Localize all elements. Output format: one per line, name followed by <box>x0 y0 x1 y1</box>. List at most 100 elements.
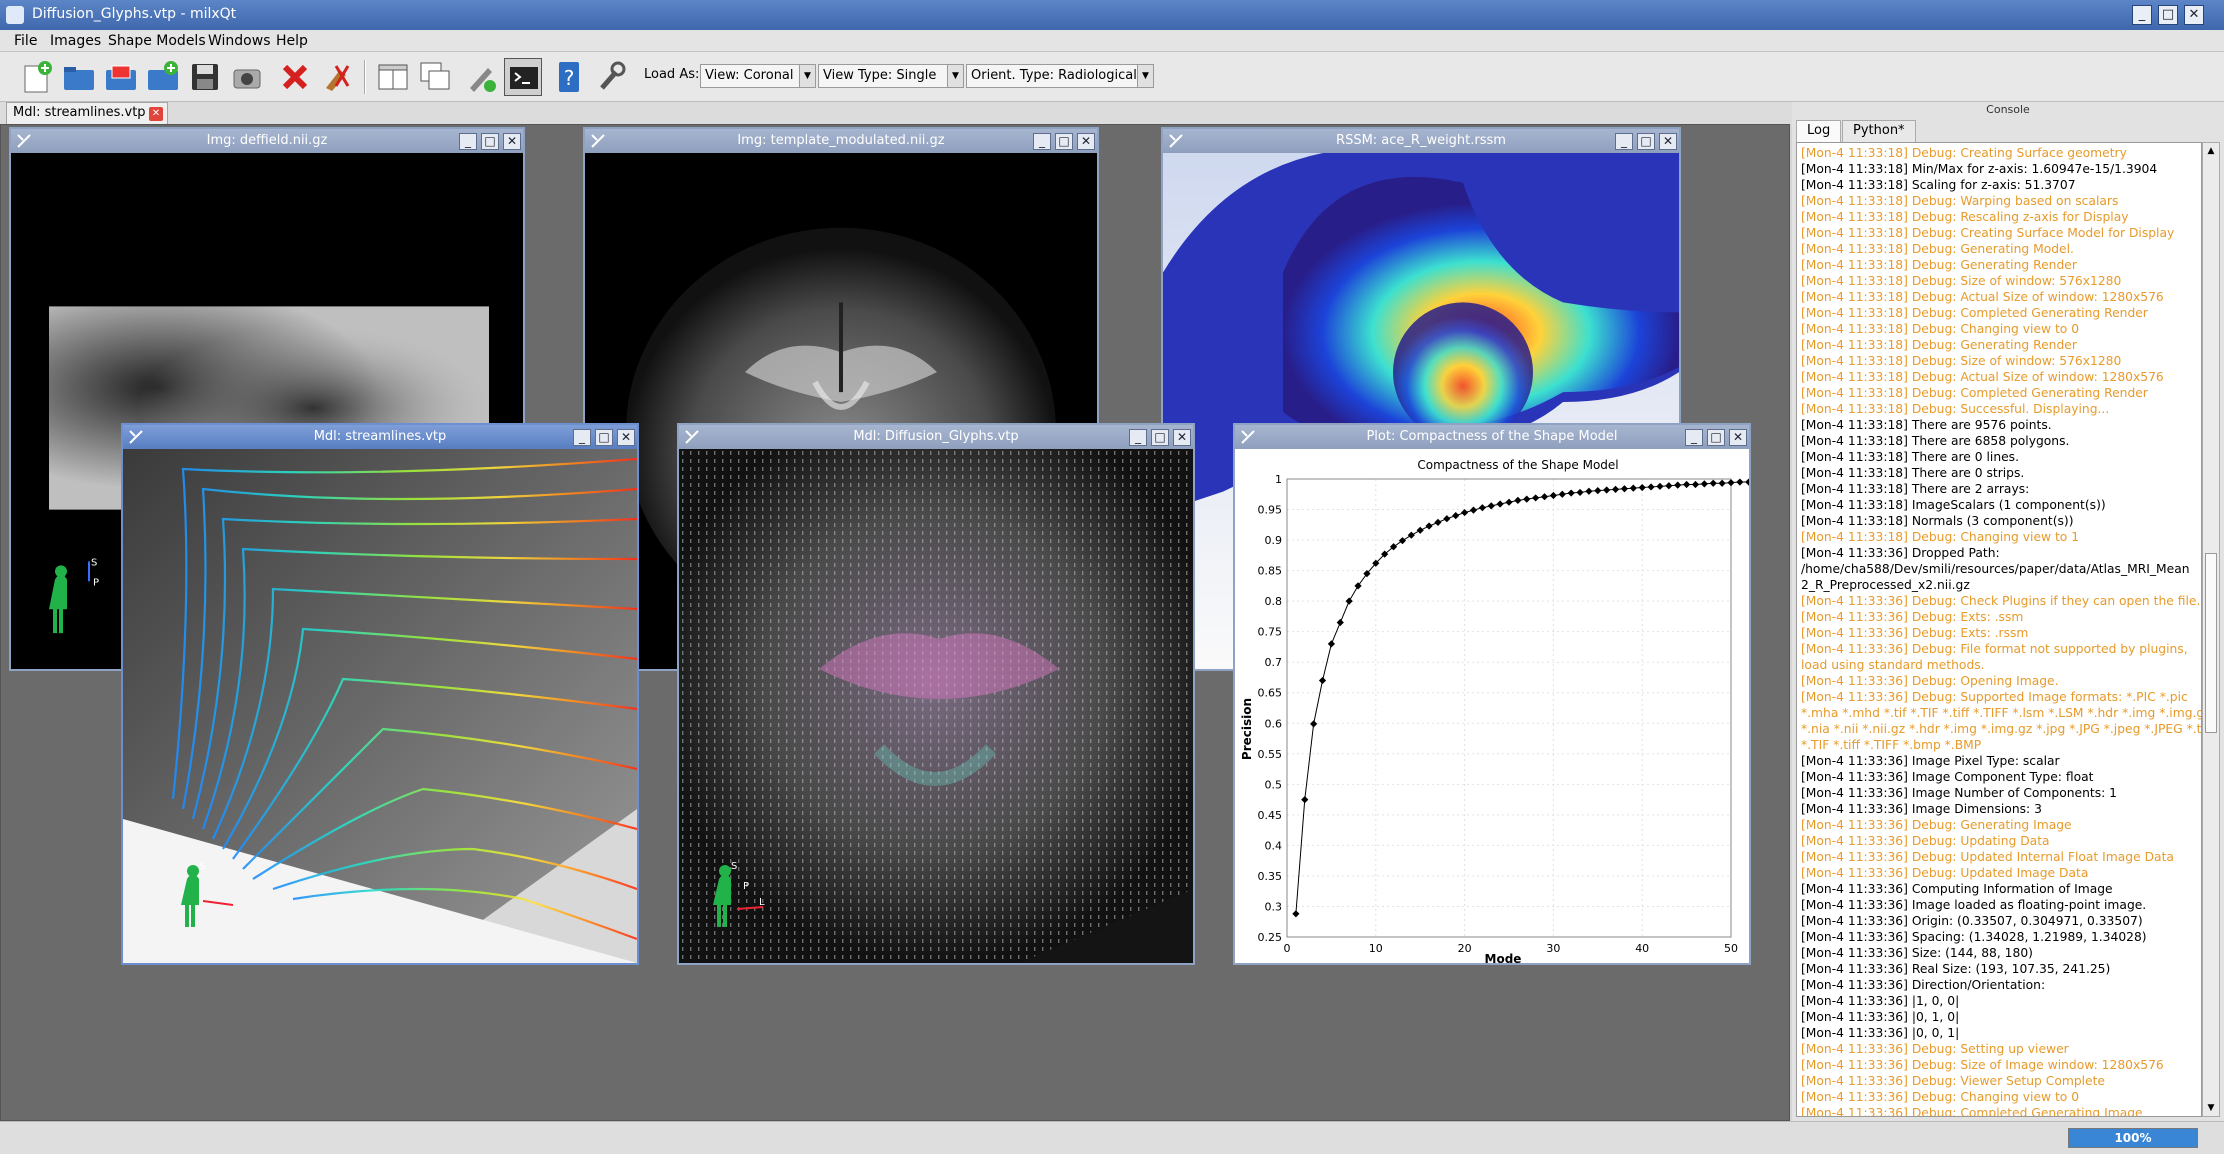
data-point <box>1549 491 1557 500</box>
log-line: [Mon-4 11:33:18] There are 0 strips. <box>1801 466 2025 480</box>
subwindow-close-button[interactable]: ✕ <box>1077 133 1095 150</box>
y-tick-label: 0.9 <box>1265 534 1283 547</box>
data-point <box>1567 489 1575 497</box>
subwindow-minimize-button[interactable]: _ <box>1129 429 1147 446</box>
data-point <box>1674 481 1682 489</box>
subwindow-maximize-button[interactable]: □ <box>595 429 613 446</box>
subwindow-minimize-button[interactable]: _ <box>573 429 591 446</box>
log-line: [Mon-4 11:33:18] Debug: Actual Size of w… <box>1801 290 2164 304</box>
orient-type-combo[interactable]: Orient. Type: Radiological ▼ <box>966 64 1154 88</box>
series-line <box>1295 481 1749 914</box>
subwindow-glyphs[interactable]: Mdl: Diffusion_Glyphs.vtp _ □ ✕ S P L <box>677 423 1195 965</box>
log-line: [Mon-4 11:33:36] Direction/Orientation: <box>1801 978 2046 992</box>
subwindow-title-bar[interactable]: Img: deffield.nii.gz _ □ ✕ <box>11 129 523 153</box>
log-line: *.TIF *.tiff *.TIFF *.bmp *.BMP <box>1801 738 1982 752</box>
subwindow-maximize-button[interactable]: □ <box>1055 133 1073 150</box>
maximize-button[interactable]: □ <box>2158 5 2178 25</box>
log-line: [Mon-4 11:33:18] Debug: Completed Genera… <box>1801 306 2148 320</box>
subwindow-maximize-button[interactable]: □ <box>1151 429 1169 446</box>
data-point <box>1292 910 1300 918</box>
log-line: [Mon-4 11:33:18] Debug: Changing view to… <box>1801 322 2080 336</box>
screenshot-icon[interactable] <box>228 58 266 96</box>
help-icon[interactable]: ? <box>550 58 588 96</box>
log-line: [Mon-4 11:33:36] Spacing: (1.34028, 1.21… <box>1801 930 2147 944</box>
subwindow-close-button[interactable]: ✕ <box>1729 429 1747 446</box>
subwindow-close-button[interactable]: ✕ <box>617 429 635 446</box>
data-point <box>1638 483 1646 492</box>
menu-shape-models[interactable]: Shape Models <box>108 33 206 49</box>
log-line: [Mon-4 11:33:36] Debug: Generating Image <box>1801 818 2072 832</box>
log-line: [Mon-4 11:33:18] Debug: Successful. Disp… <box>1801 402 2110 416</box>
window-title: Diffusion_Glyphs.vtp - milxQt <box>32 6 237 22</box>
add-model-icon[interactable] <box>144 58 182 96</box>
subwindow-minimize-button[interactable]: _ <box>1685 429 1703 446</box>
console-icon[interactable] <box>504 58 542 96</box>
tile-windows-icon[interactable] <box>374 58 412 96</box>
data-point <box>1700 480 1708 488</box>
subwindow-minimize-button[interactable]: _ <box>1033 133 1051 150</box>
load-as-label: Load As: <box>644 67 700 82</box>
menu-help[interactable]: Help <box>276 33 308 49</box>
y-tick-label: 0.7 <box>1265 656 1283 669</box>
subwindow-title-bar[interactable]: Plot: Compactness of the Shape Model _ □… <box>1235 425 1749 449</box>
save-icon[interactable] <box>186 58 224 96</box>
data-point <box>1691 480 1700 489</box>
subwindow-close-button[interactable]: ✕ <box>503 133 521 150</box>
x-tick-label: 30 <box>1546 942 1560 955</box>
log-line: *.mha *.mhd *.tif *.TIF *.tiff *.TIFF *.… <box>1801 706 2202 720</box>
subwindow-close-button[interactable]: ✕ <box>1173 429 1191 446</box>
plot-viewport[interactable]: Compactness of the Shape Model Mode Prec… <box>1235 449 1749 963</box>
menu-file[interactable]: File <box>14 33 37 49</box>
menu-images[interactable]: Images <box>50 33 101 49</box>
subwindow-title-bar[interactable]: RSSM: ace_R_weight.rssm _ □ ✕ <box>1163 129 1679 153</box>
subwindow-minimize-button[interactable]: _ <box>1615 133 1633 150</box>
subwindow-title: Img: deffield.nii.gz <box>206 133 328 148</box>
open-image-icon[interactable] <box>102 58 140 96</box>
subwindow-maximize-button[interactable]: □ <box>1637 133 1655 150</box>
tab-python[interactable]: Python* <box>1842 120 1916 142</box>
preferences-wrench-icon[interactable] <box>592 58 630 96</box>
menu-windows[interactable]: Windows <box>208 33 271 49</box>
streamlines-viewport[interactable]: S <box>123 449 637 963</box>
log-line: [Mon-4 11:33:18] Debug: Creating Surface… <box>1801 226 2175 240</box>
subwindow-close-button[interactable]: ✕ <box>1659 133 1677 150</box>
plugin-pen-icon[interactable] <box>462 58 500 96</box>
subwindow-maximize-button[interactable]: □ <box>481 133 499 150</box>
log-output[interactable]: [Mon-4 11:33:18] Debug: Creating Surface… <box>1796 142 2202 1117</box>
subwindow-title-bar[interactable]: Img: template_modulated.nii.gz _ □ ✕ <box>585 129 1097 153</box>
clear-icon[interactable] <box>318 58 356 96</box>
tab-streamlines[interactable]: Mdl: streamlines.vtp ✕ <box>6 102 168 124</box>
subwindow-minimize-button[interactable]: _ <box>459 133 477 150</box>
progress-bar: 100% <box>2068 1128 2198 1148</box>
new-file-icon[interactable] <box>18 58 56 96</box>
subwindow-plot[interactable]: Plot: Compactness of the Shape Model _ □… <box>1233 423 1751 965</box>
close-button[interactable]: ✕ <box>2184 5 2204 25</box>
subwindow-title-bar[interactable]: Mdl: Diffusion_Glyphs.vtp _ □ ✕ <box>679 425 1193 449</box>
open-folder-icon[interactable] <box>60 58 98 96</box>
menu-bar: File Images Shape Models Windows Help <box>0 30 2224 52</box>
log-scrollbar[interactable]: ▲ ▼ <box>2202 142 2220 1117</box>
log-line: [Mon-4 11:33:36] Debug: File format not … <box>1801 642 2188 656</box>
scroll-down-icon[interactable]: ▼ <box>2204 1101 2218 1115</box>
view-type-combo[interactable]: View Type: Single ▼ <box>818 64 964 88</box>
tab-close-icon[interactable]: ✕ <box>149 107 163 121</box>
x-tick-label: 50 <box>1724 942 1738 955</box>
data-point <box>1425 522 1433 530</box>
scrollbar-thumb[interactable] <box>2205 553 2217 733</box>
log-line: load using standard methods. <box>1801 658 1985 672</box>
glyphs-viewport[interactable]: S P L <box>679 449 1193 963</box>
scroll-up-icon[interactable]: ▲ <box>2204 144 2218 158</box>
log-line: [Mon-4 11:33:36] Debug: Check Plugins if… <box>1801 594 2201 608</box>
view-combo[interactable]: View: Coronal ▼ <box>700 64 816 88</box>
subwindow-streamlines[interactable]: Mdl: streamlines.vtp _ □ ✕ S <box>121 423 639 965</box>
tab-log[interactable]: Log <box>1796 120 1842 142</box>
subwindow-maximize-button[interactable]: □ <box>1707 429 1725 446</box>
y-tick-label: 0.5 <box>1265 778 1283 791</box>
data-point <box>1327 640 1335 648</box>
subwindow-title-bar[interactable]: Mdl: streamlines.vtp _ □ ✕ <box>123 425 637 449</box>
subwindow-title: Mdl: Diffusion_Glyphs.vtp <box>853 429 1019 444</box>
minimize-button[interactable]: _ <box>2132 5 2152 25</box>
cascade-windows-icon[interactable] <box>416 58 454 96</box>
close-window-icon[interactable] <box>276 58 314 96</box>
log-line: [Mon-4 11:33:36] Image Dimensions: 3 <box>1801 802 2042 816</box>
